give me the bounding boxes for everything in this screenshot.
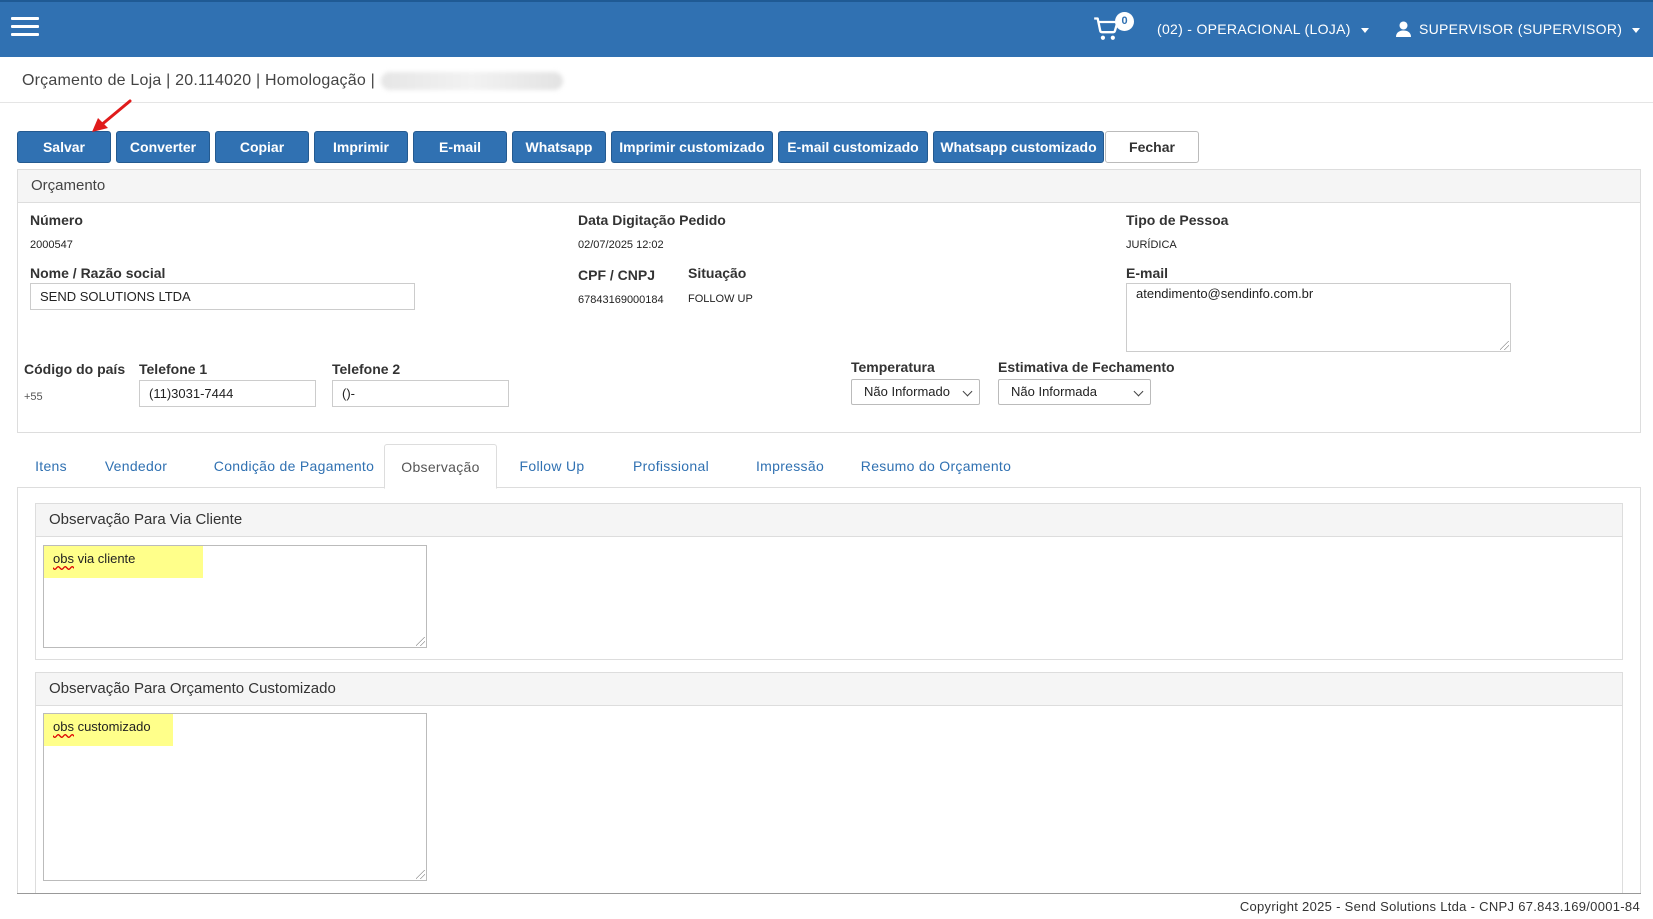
user-dropdown[interactable]: SUPERVISOR (SUPERVISOR) <box>1396 21 1641 37</box>
observacao-customizado-title: Observação Para Orçamento Customizado <box>36 673 1622 706</box>
situacao-label: Situação <box>688 265 747 281</box>
telefone1-input[interactable]: (11)3031-7444 <box>139 380 316 407</box>
fechar-button[interactable]: Fechar <box>1105 131 1199 163</box>
observacao-customizado-text: obs customizado <box>53 719 151 734</box>
chevron-down-icon <box>1632 27 1641 33</box>
tab-vendedor[interactable]: Vendedor <box>85 444 187 488</box>
observacao-cliente-text: obs via cliente <box>53 551 135 566</box>
email-value: atendimento@sendinfo.com.br <box>1136 286 1314 301</box>
chevron-down-icon <box>962 386 973 397</box>
data-digitacao-value: 02/07/2025 12:02 <box>578 239 664 251</box>
annotation-arrow-icon <box>92 99 132 132</box>
tipo-pessoa-value: JURÍDICA <box>1126 239 1177 251</box>
tab-bar: Itens Vendedor Condição de Pagamento Obs… <box>17 444 1641 489</box>
telefone1-label: Telefone 1 <box>139 361 208 377</box>
top-navbar: 0 (02) - OPERACIONAL (LOJA) SUPERVISOR (… <box>0 0 1653 57</box>
cart-count-badge: 0 <box>1115 12 1134 31</box>
telefone2-input[interactable]: ()- <box>332 380 509 407</box>
breadcrumb: Orçamento de Loja | 20.114020 | Homologa… <box>22 72 563 90</box>
nome-input[interactable]: SEND SOLUTIONS LTDA <box>30 283 415 310</box>
data-digitacao-label: Data Digitação Pedido <box>578 212 726 228</box>
tab-condicao-pagamento[interactable]: Condição de Pagamento <box>187 444 401 488</box>
tab-itens[interactable]: Itens <box>17 444 85 488</box>
cpf-cnpj-label: CPF / CNPJ <box>578 267 656 283</box>
menu-icon[interactable] <box>11 17 39 37</box>
footer-divider <box>17 893 1641 894</box>
tab-follow-up[interactable]: Follow Up <box>497 444 607 488</box>
cpf-cnpj-value: 67843169000184 <box>578 294 664 306</box>
whatsapp-button[interactable]: Whatsapp <box>512 131 606 163</box>
tipo-pessoa-label: Tipo de Pessoa <box>1126 212 1229 228</box>
chevron-down-icon <box>1133 386 1144 397</box>
observacao-cliente-textarea[interactable]: obs via cliente <box>43 545 427 648</box>
numero-value: 2000547 <box>30 239 73 251</box>
email-customizado-button[interactable]: E-mail customizado <box>778 131 928 163</box>
temperatura-select[interactable]: Não Informado <box>851 379 980 405</box>
observacao-customizado-rest: customizado <box>73 719 151 734</box>
orcamento-panel: Orçamento Número 2000547 Data Digitação … <box>17 169 1641 433</box>
user-icon <box>1396 21 1411 37</box>
user-label: SUPERVISOR (SUPERVISOR) <box>1419 21 1623 37</box>
resize-handle-icon[interactable] <box>1500 341 1509 350</box>
nome-label: Nome / Razão social <box>30 265 166 281</box>
converter-button[interactable]: Converter <box>116 131 210 163</box>
resize-handle-icon[interactable] <box>416 870 425 879</box>
observacao-customizado-panel: Observação Para Orçamento Customizado ob… <box>35 672 1623 893</box>
resize-handle-icon[interactable] <box>416 637 425 646</box>
estimativa-label: Estimativa de Fechamento <box>998 359 1175 375</box>
observacao-cliente-panel: Observação Para Via Cliente obs via clie… <box>35 503 1623 660</box>
temperatura-label: Temperatura <box>851 359 935 375</box>
imprimir-customizado-button[interactable]: Imprimir customizado <box>611 131 773 163</box>
spellcheck-word: obs <box>53 719 74 734</box>
situacao-value: FOLLOW UP <box>688 293 753 305</box>
email-button[interactable]: E-mail <box>413 131 507 163</box>
temperatura-value: Não Informado <box>864 384 950 399</box>
numero-label: Número <box>30 212 83 228</box>
spellcheck-word: obs <box>53 551 74 566</box>
salvar-button[interactable]: Salvar <box>17 131 111 163</box>
codigo-pais-label: Código do país <box>24 361 126 377</box>
imprimir-button[interactable]: Imprimir <box>314 131 408 163</box>
divider <box>0 102 1653 103</box>
tab-resumo-orcamento[interactable]: Resumo do Orçamento <box>845 444 1027 488</box>
observacao-cliente-title: Observação Para Via Cliente <box>36 504 1622 537</box>
chevron-down-icon <box>1360 27 1369 33</box>
cart-button[interactable]: 0 <box>1093 12 1134 45</box>
breadcrumb-text: Orçamento de Loja | 20.114020 | Homologa… <box>22 72 375 90</box>
codigo-pais-value: +55 <box>24 391 43 403</box>
telefone2-label: Telefone 2 <box>332 361 401 377</box>
observacao-customizado-textarea[interactable]: obs customizado <box>43 713 427 881</box>
store-dropdown[interactable]: (02) - OPERACIONAL (LOJA) <box>1157 21 1369 37</box>
tab-profissional[interactable]: Profissional <box>607 444 735 488</box>
redacted-text <box>380 72 563 90</box>
store-label: (02) - OPERACIONAL (LOJA) <box>1157 21 1351 37</box>
panel-title: Orçamento <box>18 170 1640 203</box>
estimativa-value: Não Informada <box>1011 384 1097 399</box>
observacao-tab-content: Observação Para Via Cliente obs via clie… <box>17 487 1641 893</box>
copiar-button[interactable]: Copiar <box>215 131 309 163</box>
email-textarea[interactable]: atendimento@sendinfo.com.br <box>1126 283 1511 352</box>
footer-copyright: Copyright 2025 - Send Solutions Ltda - C… <box>1239 899 1640 914</box>
tab-observacao[interactable]: Observação <box>384 444 497 489</box>
tab-impressao[interactable]: Impressão <box>735 444 845 488</box>
whatsapp-customizado-button[interactable]: Whatsapp customizado <box>933 131 1104 163</box>
observacao-cliente-rest: via cliente <box>73 551 136 566</box>
estimativa-select[interactable]: Não Informada <box>998 379 1151 405</box>
email-label: E-mail <box>1126 265 1169 281</box>
